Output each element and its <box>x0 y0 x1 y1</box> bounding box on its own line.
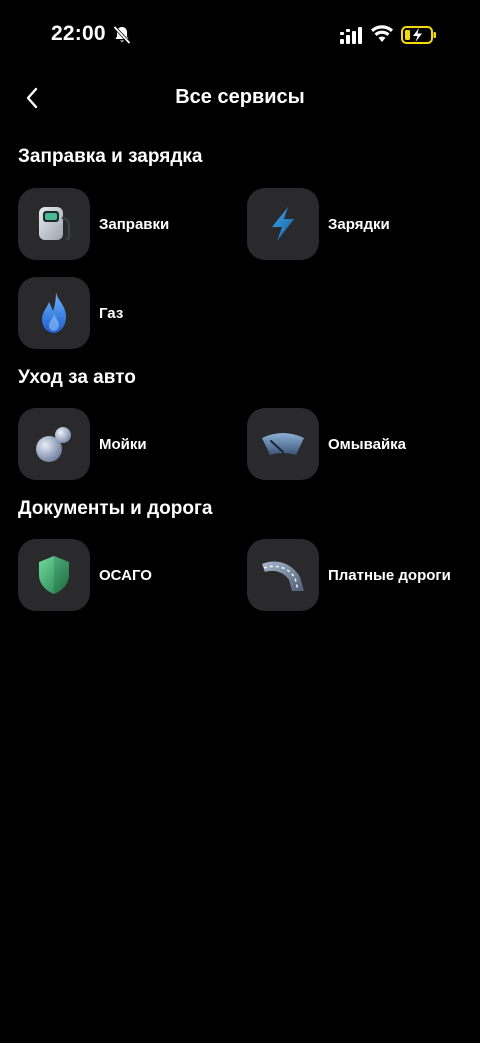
service-car-wash[interactable]: Мойки <box>18 408 147 480</box>
service-label: Газ <box>99 304 124 322</box>
signal-icon <box>340 27 364 45</box>
section-title-documents-road: Документы и дорога <box>18 498 213 519</box>
service-fuel-stations[interactable]: Заправки <box>18 188 169 260</box>
gas-flame-icon <box>18 277 90 349</box>
service-label: ОСАГО <box>99 566 152 584</box>
service-label: Платные дороги <box>328 566 451 584</box>
service-label: Зарядки <box>328 215 390 233</box>
service-label: Заправки <box>99 215 170 233</box>
service-toll-roads[interactable]: Платные дороги <box>247 539 451 611</box>
section-title-fuel-charging: Заправка и зарядка <box>18 146 203 167</box>
status-time: 22:00 <box>51 22 106 45</box>
battery-charging-icon <box>401 25 437 45</box>
service-charging[interactable]: Зарядки <box>247 188 390 260</box>
service-gas[interactable]: Газ <box>18 277 123 349</box>
service-label: Мойки <box>99 435 147 453</box>
section-title-car-care: Уход за авто <box>18 367 136 388</box>
header: Все сервисы <box>0 78 480 118</box>
status-bar: 22:00 <box>0 0 480 72</box>
page-title: Все сервисы <box>175 86 305 108</box>
lightning-icon <box>247 188 319 260</box>
bubbles-icon <box>18 408 90 480</box>
service-label: Омывайка <box>328 435 407 453</box>
windshield-icon <box>247 408 319 480</box>
service-washer-fluid[interactable]: Омывайка <box>247 408 406 480</box>
road-icon <box>247 539 319 611</box>
bell-off-icon <box>113 25 131 45</box>
shield-icon <box>18 539 90 611</box>
services-screen: 22:00 Все сервисы Заправка и зарядка Зап… <box>0 0 480 1043</box>
service-osago[interactable]: ОСАГО <box>18 539 152 611</box>
fuel-pump-icon <box>18 188 90 260</box>
wifi-icon <box>371 25 393 43</box>
